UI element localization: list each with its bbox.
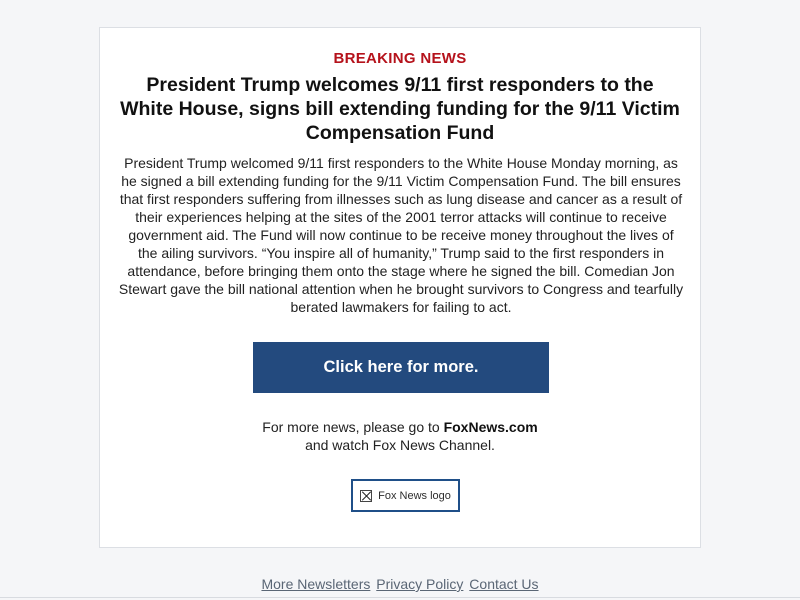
more-news-prefix: For more news, please go to bbox=[262, 419, 444, 435]
broken-image-icon bbox=[360, 489, 373, 502]
newsletter-card: BREAKING NEWS President Trump welcomes 9… bbox=[99, 27, 701, 548]
email-page: BREAKING NEWS President Trump welcomes 9… bbox=[0, 0, 800, 600]
breaking-news-kicker: BREAKING NEWS bbox=[333, 50, 467, 67]
more-newsletters-link[interactable]: More Newsletters bbox=[261, 576, 370, 592]
article-body: President Trump welcomed 9/11 first resp… bbox=[118, 155, 684, 315]
headline: President Trump welcomes 9/11 first resp… bbox=[120, 74, 680, 144]
fox-news-logo[interactable]: Fox News logo bbox=[351, 479, 460, 512]
logo-alt-text: Fox News logo bbox=[378, 489, 451, 502]
foxnews-link[interactable]: FoxNews.com bbox=[444, 419, 538, 435]
click-here-button[interactable]: Click here for more. bbox=[253, 342, 549, 393]
footer-links: More Newsletters Privacy Policy Contact … bbox=[0, 576, 800, 592]
more-news-text: For more news, please go to FoxNews.com … bbox=[100, 418, 700, 454]
more-news-suffix: and watch Fox News Channel. bbox=[305, 437, 495, 453]
privacy-policy-link[interactable]: Privacy Policy bbox=[376, 576, 463, 592]
footer-divider bbox=[0, 597, 800, 598]
contact-us-link[interactable]: Contact Us bbox=[469, 576, 538, 592]
